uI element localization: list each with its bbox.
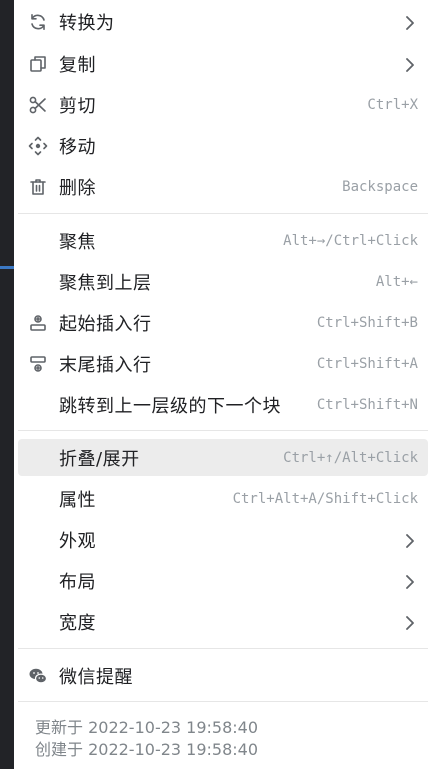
chevron-right-icon (404, 574, 416, 589)
menu-item-shortcut: Alt+← (375, 273, 418, 290)
chevron-right-icon (404, 615, 416, 630)
menu-item-convert-to[interactable]: 转换为 (18, 3, 428, 40)
chevron-right-icon (404, 57, 416, 72)
menu-item-label: 属性 (59, 489, 96, 511)
trash-icon (28, 177, 48, 197)
menu-item-width[interactable]: 宽度 (18, 603, 428, 640)
menu-item-move[interactable]: 移动 (18, 127, 428, 164)
menu-item-fold-expand[interactable]: 折叠/展开 Ctrl+↑/Alt+Click (18, 439, 428, 476)
menu-item-label: 宽度 (59, 612, 96, 634)
menu-item-label: 微信提醒 (59, 666, 133, 688)
block-context-menu: 转换为 复制 剪切 Ctrl+X 移动 删除 Backspace 聚焦 Alt+… (14, 0, 428, 769)
scissors-icon (28, 95, 48, 115)
menu-item-label: 聚焦到上层 (59, 272, 152, 294)
background-accent-line (0, 266, 14, 269)
chevron-right-icon (404, 15, 416, 30)
menu-item-shortcut: Ctrl+Shift+A (316, 355, 418, 372)
menu-divider (18, 213, 428, 214)
menu-item-wechat-reminder[interactable]: 微信提醒 (18, 657, 428, 694)
chevron-right-icon (404, 533, 416, 548)
menu-item-insert-before[interactable]: 起始插入行 Ctrl+Shift+B (18, 304, 428, 341)
background-editor-edge (0, 0, 14, 769)
menu-item-cut[interactable]: 剪切 Ctrl+X (18, 86, 428, 123)
menu-item-appearance[interactable]: 外观 (18, 521, 428, 558)
menu-item-shortcut: Ctrl+Alt+A/Shift+Click (232, 490, 418, 507)
menu-item-focus[interactable]: 聚焦 Alt+→/Ctrl+Click (18, 222, 428, 259)
menu-item-label: 跳转到上一层级的下一个块 (59, 395, 281, 417)
menu-item-label: 剪切 (59, 95, 96, 117)
menu-item-attributes[interactable]: 属性 Ctrl+Alt+A/Shift+Click (18, 480, 428, 517)
menu-item-label: 复制 (59, 54, 96, 76)
menu-item-shortcut: Backspace (342, 178, 418, 195)
menu-item-label: 转换为 (59, 12, 115, 34)
menu-divider (18, 648, 428, 649)
menu-item-shortcut: Ctrl+Shift+B (316, 314, 418, 331)
menu-item-label: 删除 (59, 177, 96, 199)
move-icon (28, 136, 48, 156)
menu-item-shortcut: Alt+→/Ctrl+Click (283, 232, 418, 249)
copy-icon (28, 54, 48, 74)
menu-item-label: 末尾插入行 (59, 354, 152, 376)
insert-after-icon (28, 354, 48, 374)
menu-item-shortcut: Ctrl+X (367, 96, 418, 113)
menu-item-delete[interactable]: 删除 Backspace (18, 168, 428, 205)
menu-item-focus-parent[interactable]: 聚焦到上层 Alt+← (18, 263, 428, 300)
menu-item-label: 移动 (59, 136, 96, 158)
menu-item-label: 外观 (59, 530, 96, 552)
menu-item-label: 布局 (59, 571, 96, 593)
menu-item-label: 起始插入行 (59, 313, 152, 335)
menu-item-jump-next-block[interactable]: 跳转到上一层级的下一个块 Ctrl+Shift+N (18, 386, 428, 423)
menu-item-layout[interactable]: 布局 (18, 562, 428, 599)
updated-timestamp: 更新于 2022-10-23 19:58:40 (35, 718, 259, 737)
refresh-icon (28, 12, 48, 32)
wechat-icon (28, 666, 48, 686)
menu-item-shortcut: Ctrl+↑/Alt+Click (283, 449, 418, 466)
insert-before-icon (28, 313, 48, 333)
menu-item-insert-after[interactable]: 末尾插入行 Ctrl+Shift+A (18, 345, 428, 382)
menu-item-copy[interactable]: 复制 (18, 45, 428, 82)
menu-divider (18, 430, 428, 431)
menu-item-label: 聚焦 (59, 231, 96, 253)
created-timestamp: 创建于 2022-10-23 19:58:40 (35, 740, 259, 759)
menu-item-label: 折叠/展开 (59, 448, 140, 470)
menu-item-shortcut: Ctrl+Shift+N (316, 396, 418, 413)
menu-divider (18, 701, 428, 702)
